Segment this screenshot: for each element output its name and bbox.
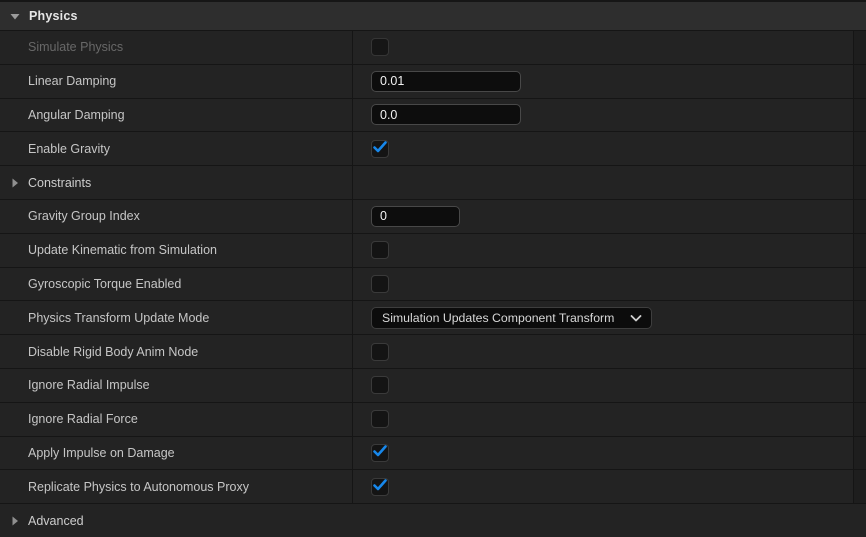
value-cell bbox=[353, 199, 854, 233]
property-label: Apply Impulse on Damage bbox=[28, 445, 175, 460]
label-cell: Disable Rigid Body Anim Node bbox=[0, 335, 353, 368]
checkbox-disable-rigid-body-anim-node[interactable] bbox=[371, 342, 389, 361]
dropdown-physics-transform-update-mode[interactable]: Simulation Updates Component Transform bbox=[371, 306, 652, 329]
value-cell bbox=[353, 402, 854, 436]
label-cell: Replicate Physics to Autonomous Proxy bbox=[0, 470, 353, 504]
row-right-strip bbox=[854, 402, 866, 436]
value-cell bbox=[353, 368, 854, 402]
value-cell bbox=[353, 166, 854, 199]
category-row-advanced[interactable]: Advanced bbox=[0, 503, 866, 537]
value-cell bbox=[353, 98, 854, 132]
category-title: Physics bbox=[29, 9, 78, 23]
category-row-constraints[interactable]: Constraints bbox=[0, 165, 866, 199]
label-cell: Ignore Radial Impulse bbox=[0, 368, 353, 402]
row-right-strip bbox=[854, 166, 866, 199]
row-right-strip bbox=[854, 64, 866, 98]
category-row-label: Advanced bbox=[28, 513, 84, 528]
row-right-strip bbox=[854, 267, 866, 301]
chevron-down-icon bbox=[630, 311, 642, 325]
property-row-update-kinematic-from-simulation: Update Kinematic from Simulation bbox=[0, 232, 866, 267]
value-cell bbox=[353, 64, 854, 98]
property-row-linear-damping: Linear Damping bbox=[0, 63, 866, 98]
property-label: Disable Rigid Body Anim Node bbox=[28, 344, 199, 359]
checkmark-icon bbox=[373, 141, 387, 156]
row-right-strip bbox=[854, 132, 866, 166]
property-row-replicate-physics-to-autonomous-proxy: Replicate Physics to Autonomous Proxy bbox=[0, 469, 866, 504]
value-cell bbox=[353, 267, 854, 301]
row-right-strip bbox=[854, 335, 866, 368]
row-right-strip bbox=[854, 436, 866, 470]
property-row-ignore-radial-impulse: Ignore Radial Impulse bbox=[0, 367, 866, 402]
row-right-strip bbox=[854, 301, 866, 335]
label-cell: Update Kinematic from Simulation bbox=[0, 233, 353, 267]
property-row-disable-rigid-body-anim-node: Disable Rigid Body Anim Node bbox=[0, 334, 866, 368]
checkbox-ignore-radial-impulse[interactable] bbox=[371, 376, 389, 395]
checkmark-icon bbox=[373, 479, 387, 494]
row-right-strip bbox=[854, 98, 866, 132]
triangle-right-icon[interactable] bbox=[8, 178, 22, 188]
property-label: Ignore Radial Force bbox=[28, 412, 138, 427]
label-cell: Constraints bbox=[0, 166, 353, 199]
value-cell bbox=[353, 436, 854, 470]
label-cell: Simulate Physics bbox=[0, 31, 353, 64]
property-row-apply-impulse-on-damage: Apply Impulse on Damage bbox=[0, 435, 866, 470]
property-label: Ignore Radial Impulse bbox=[28, 378, 150, 393]
checkbox-gyroscopic-torque-enabled[interactable] bbox=[371, 274, 389, 293]
row-right-strip bbox=[854, 31, 866, 64]
checkbox-update-kinematic-from-simulation[interactable] bbox=[371, 241, 389, 260]
property-row-gravity-group-index: Gravity Group Index bbox=[0, 198, 866, 233]
input-linear-damping[interactable] bbox=[371, 70, 521, 92]
property-label: Angular Damping bbox=[28, 107, 125, 122]
input-angular-damping[interactable] bbox=[371, 104, 521, 126]
label-cell: Gravity Group Index bbox=[0, 199, 353, 233]
value-cell bbox=[353, 470, 854, 504]
input-gravity-group-index[interactable] bbox=[371, 205, 460, 227]
property-row-enable-gravity: Enable Gravity bbox=[0, 131, 866, 166]
property-label: Gyroscopic Torque Enabled bbox=[28, 276, 182, 291]
label-cell: Enable Gravity bbox=[0, 132, 353, 166]
checkbox-replicate-physics-to-autonomous-proxy[interactable] bbox=[371, 477, 389, 496]
property-row-angular-damping: Angular Damping bbox=[0, 97, 866, 132]
checkmark-icon bbox=[373, 445, 387, 460]
checkbox-apply-impulse-on-damage[interactable] bbox=[371, 443, 389, 462]
row-right-strip bbox=[854, 199, 866, 233]
value-cell: Simulation Updates Component Transform bbox=[353, 301, 854, 335]
value-cell bbox=[353, 233, 854, 267]
property-label: Simulate Physics bbox=[28, 40, 124, 55]
property-row-simulate-physics: Simulate Physics bbox=[0, 30, 866, 64]
property-row-ignore-radial-force: Ignore Radial Force bbox=[0, 401, 866, 436]
row-right-strip bbox=[854, 470, 866, 504]
row-right-strip bbox=[854, 233, 866, 267]
property-label: Linear Damping bbox=[28, 74, 117, 89]
property-label: Enable Gravity bbox=[28, 141, 110, 156]
rows-container: Simulate Physics Linear Damping Angular Da… bbox=[0, 30, 866, 537]
label-cell: Physics Transform Update Mode bbox=[0, 301, 353, 335]
triangle-down-icon[interactable] bbox=[8, 12, 22, 21]
checkbox-simulate-physics[interactable] bbox=[371, 38, 389, 57]
property-row-gyroscopic-torque-enabled: Gyroscopic Torque Enabled bbox=[0, 266, 866, 301]
triangle-right-icon[interactable] bbox=[8, 516, 22, 526]
label-cell: Linear Damping bbox=[0, 64, 353, 98]
label-cell: Angular Damping bbox=[0, 98, 353, 132]
label-cell: Apply Impulse on Damage bbox=[0, 436, 353, 470]
property-label: Physics Transform Update Mode bbox=[28, 310, 210, 325]
category-header-physics[interactable]: Physics bbox=[0, 0, 866, 30]
value-cell bbox=[353, 335, 854, 368]
property-label: Update Kinematic from Simulation bbox=[28, 243, 217, 258]
checkbox-enable-gravity[interactable] bbox=[371, 139, 389, 158]
label-cell: Ignore Radial Force bbox=[0, 402, 353, 436]
category-row-label: Constraints bbox=[28, 175, 92, 190]
row-right-strip bbox=[854, 368, 866, 402]
property-row-physics-transform-update-mode: Physics Transform Update Mode Simulation … bbox=[0, 300, 866, 335]
value-cell bbox=[353, 31, 854, 64]
property-label: Gravity Group Index bbox=[28, 209, 140, 224]
label-cell: Gyroscopic Torque Enabled bbox=[0, 267, 353, 301]
value-cell bbox=[353, 132, 854, 166]
dropdown-selected-value: Simulation Updates Component Transform bbox=[382, 310, 615, 325]
physics-details-panel: Physics Simulate Physics Linear Damping An… bbox=[0, 0, 866, 537]
property-label: Replicate Physics to Autonomous Proxy bbox=[28, 479, 249, 494]
checkbox-ignore-radial-force[interactable] bbox=[371, 410, 389, 429]
